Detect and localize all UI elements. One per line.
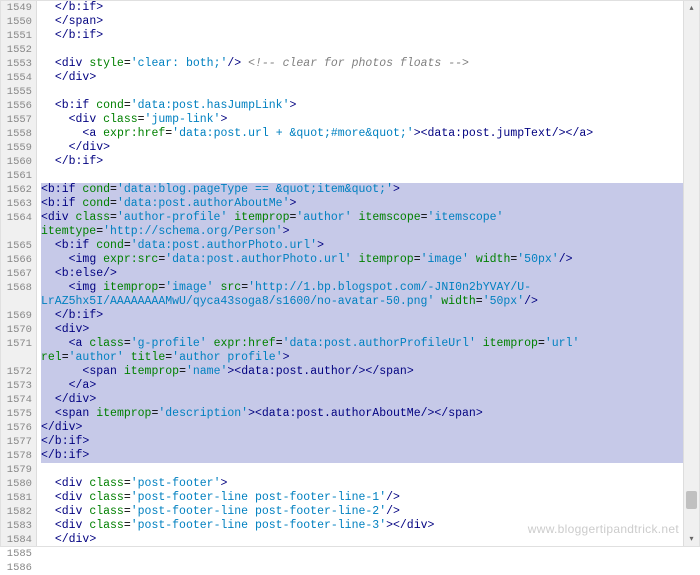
scroll-thumb[interactable] <box>686 491 697 509</box>
code-line[interactable]: <b:if cond='data:post.authorPhoto.url'> <box>41 239 699 253</box>
line-number: 1552 <box>1 43 32 57</box>
line-number: 1574 <box>1 393 32 407</box>
line-number: 1562 <box>1 183 32 197</box>
code-line[interactable]: </b:if> <box>41 1 699 15</box>
line-number: 1561 <box>1 169 32 183</box>
watermark-text: www.bloggertipandtrick.net <box>528 522 679 536</box>
line-number <box>1 351 32 365</box>
code-line[interactable]: <a expr:href='data:post.url + &quot;#mor… <box>41 127 699 141</box>
code-line[interactable]: <a class='g-profile' expr:href='data:pos… <box>41 337 699 351</box>
line-number: 1577 <box>1 435 32 449</box>
line-number: 1555 <box>1 85 32 99</box>
code-line[interactable]: <div class='post-footer-line post-footer… <box>41 505 699 519</box>
line-number: 1563 <box>1 197 32 211</box>
line-number: 1580 <box>1 477 32 491</box>
code-line[interactable] <box>41 169 699 183</box>
line-number: 1579 <box>1 463 32 477</box>
vertical-scrollbar[interactable]: ▴ ▾ <box>683 1 699 546</box>
code-line[interactable] <box>41 463 699 477</box>
code-line[interactable]: </div> <box>41 421 699 435</box>
line-number: 1582 <box>1 505 32 519</box>
line-number: 1578 <box>1 449 32 463</box>
line-number: 1569 <box>1 309 32 323</box>
line-number: 1586 <box>1 561 32 575</box>
code-line[interactable]: </b:if> <box>41 449 699 463</box>
code-line[interactable]: LrAZ5hx5I/AAAAAAAAMwU/qyca43soga8/s1600/… <box>41 295 699 309</box>
line-number: 1576 <box>1 421 32 435</box>
line-number: 1566 <box>1 253 32 267</box>
line-number: 1550 <box>1 15 32 29</box>
scroll-up-arrow[interactable]: ▴ <box>684 1 699 15</box>
scroll-down-arrow[interactable]: ▾ <box>684 532 699 546</box>
line-number-gutter: 1549155015511552155315541555155615571558… <box>1 1 37 546</box>
line-number: 1564 <box>1 211 32 225</box>
line-number: 1549 <box>1 1 32 15</box>
line-number: 1551 <box>1 29 32 43</box>
line-number: 1567 <box>1 267 32 281</box>
code-line[interactable]: <div class='jump-link'> <box>41 113 699 127</box>
line-number: 1584 <box>1 533 32 547</box>
code-line[interactable]: </b:if> <box>41 155 699 169</box>
line-number: 1553 <box>1 57 32 71</box>
line-number: 1559 <box>1 141 32 155</box>
line-number: 1554 <box>1 71 32 85</box>
code-line[interactable]: <b:if cond='data:post.hasJumpLink'> <box>41 99 699 113</box>
code-line[interactable]: </b:if> <box>41 309 699 323</box>
code-line[interactable]: <b:if cond='data:blog.pageType == &quot;… <box>41 183 699 197</box>
code-area[interactable]: </b:if> </span> </b:if> <div style='clea… <box>37 1 699 546</box>
code-line[interactable]: <div> <box>41 323 699 337</box>
code-line[interactable]: </b:if> <box>41 29 699 43</box>
line-number: 1572 <box>1 365 32 379</box>
line-number: 1575 <box>1 407 32 421</box>
code-line[interactable]: <b:else/> <box>41 267 699 281</box>
line-number: 1558 <box>1 127 32 141</box>
line-number <box>1 225 32 239</box>
code-line[interactable]: rel='author' title='author profile'> <box>41 351 699 365</box>
code-line[interactable] <box>41 85 699 99</box>
code-line[interactable] <box>41 43 699 57</box>
line-number: 1556 <box>1 99 32 113</box>
line-number: 1573 <box>1 379 32 393</box>
code-line[interactable]: <b:if cond='data:post.authorAboutMe'> <box>41 197 699 211</box>
line-number: 1581 <box>1 491 32 505</box>
line-number: 1560 <box>1 155 32 169</box>
line-number: 1568 <box>1 281 32 295</box>
code-line[interactable]: <div class='post-footer-line post-footer… <box>41 491 699 505</box>
code-line[interactable]: <img itemprop='image' src='http://1.bp.b… <box>41 281 699 295</box>
code-line[interactable]: </div> <box>41 393 699 407</box>
code-line[interactable]: <img expr:src='data:post.authorPhoto.url… <box>41 253 699 267</box>
code-line[interactable]: </a> <box>41 379 699 393</box>
line-number: 1557 <box>1 113 32 127</box>
line-number <box>1 295 32 309</box>
line-number: 1565 <box>1 239 32 253</box>
code-line[interactable]: <span itemprop='name'><data:post.author/… <box>41 365 699 379</box>
code-line[interactable]: <span itemprop='description'><data:post.… <box>41 407 699 421</box>
code-line[interactable]: <div class='post-footer'> <box>41 477 699 491</box>
code-line[interactable]: </span> <box>41 15 699 29</box>
code-line[interactable]: <div class='author-profile' itemprop='au… <box>41 211 699 225</box>
line-number: 1585 <box>1 547 32 561</box>
code-line[interactable]: </div> <box>41 141 699 155</box>
code-line[interactable]: itemtype='http://schema.org/Person'> <box>41 225 699 239</box>
code-line[interactable]: </b:if> <box>41 435 699 449</box>
line-number: 1583 <box>1 519 32 533</box>
code-line[interactable]: <div style='clear: both;'/> <!-- clear f… <box>41 57 699 71</box>
code-line[interactable]: </div> <box>41 71 699 85</box>
line-number: 1571 <box>1 337 32 351</box>
line-number: 1570 <box>1 323 32 337</box>
code-editor[interactable]: 1549155015511552155315541555155615571558… <box>1 1 699 546</box>
